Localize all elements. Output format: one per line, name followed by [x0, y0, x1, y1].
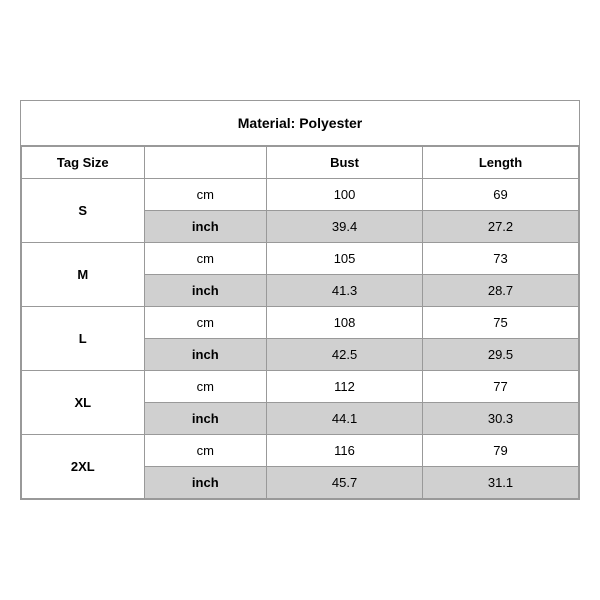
cm-length-value: 75 — [423, 307, 579, 339]
header-unit — [144, 147, 267, 179]
inch-bust-value: 39.4 — [267, 211, 423, 243]
inch-length-value: 30.3 — [423, 403, 579, 435]
inch-length-value: 29.5 — [423, 339, 579, 371]
inch-length-value: 27.2 — [423, 211, 579, 243]
unit-inch: inch — [144, 339, 267, 371]
header-bust: Bust — [267, 147, 423, 179]
unit-inch: inch — [144, 275, 267, 307]
size-label: 2XL — [22, 435, 145, 499]
unit-cm: cm — [144, 435, 267, 467]
size-table: Tag Size Bust Length Scm10069inch39.427.… — [21, 146, 579, 499]
size-chart-container: Material: Polyester Tag Size Bust Length… — [20, 100, 580, 500]
inch-bust-value: 44.1 — [267, 403, 423, 435]
unit-inch: inch — [144, 211, 267, 243]
chart-title: Material: Polyester — [21, 101, 579, 146]
size-label: XL — [22, 371, 145, 435]
table-row: Scm10069 — [22, 179, 579, 211]
table-row: Lcm10875 — [22, 307, 579, 339]
unit-inch: inch — [144, 403, 267, 435]
cm-length-value: 79 — [423, 435, 579, 467]
size-label: S — [22, 179, 145, 243]
cm-length-value: 69 — [423, 179, 579, 211]
header-tag-size: Tag Size — [22, 147, 145, 179]
cm-length-value: 77 — [423, 371, 579, 403]
cm-bust-value: 105 — [267, 243, 423, 275]
unit-cm: cm — [144, 371, 267, 403]
cm-bust-value: 112 — [267, 371, 423, 403]
cm-bust-value: 100 — [267, 179, 423, 211]
unit-cm: cm — [144, 307, 267, 339]
inch-bust-value: 45.7 — [267, 467, 423, 499]
unit-cm: cm — [144, 179, 267, 211]
table-row: Mcm10573 — [22, 243, 579, 275]
inch-length-value: 28.7 — [423, 275, 579, 307]
cm-bust-value: 116 — [267, 435, 423, 467]
inch-length-value: 31.1 — [423, 467, 579, 499]
unit-inch: inch — [144, 467, 267, 499]
size-label: M — [22, 243, 145, 307]
inch-bust-value: 41.3 — [267, 275, 423, 307]
inch-bust-value: 42.5 — [267, 339, 423, 371]
unit-cm: cm — [144, 243, 267, 275]
header-length: Length — [423, 147, 579, 179]
cm-bust-value: 108 — [267, 307, 423, 339]
cm-length-value: 73 — [423, 243, 579, 275]
size-label: L — [22, 307, 145, 371]
table-row: XLcm11277 — [22, 371, 579, 403]
table-row: 2XLcm11679 — [22, 435, 579, 467]
